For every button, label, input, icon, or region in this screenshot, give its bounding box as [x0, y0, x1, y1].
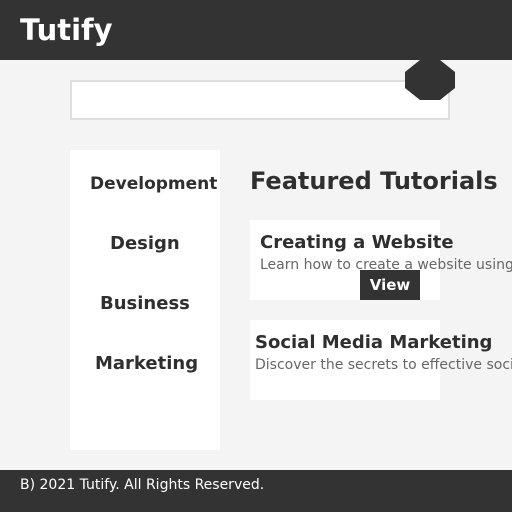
category-sidebar: Development Design Business Marketing — [70, 150, 220, 450]
sidebar-item-marketing[interactable]: Marketing — [95, 352, 198, 376]
search-input[interactable] — [70, 80, 450, 120]
search-button[interactable] — [405, 60, 455, 100]
sidebar-item-business[interactable]: Business — [100, 292, 190, 316]
site-footer: B) 2021 Tutify. All Rights Reserved. — [0, 470, 512, 512]
sidebar-item-design[interactable]: Design — [110, 232, 180, 256]
card-title: Creating a Website — [260, 232, 454, 253]
card-title: Social Media Marketing — [255, 332, 493, 353]
site-logo[interactable]: Tutify — [20, 12, 113, 48]
site-header: Tutify — [0, 0, 512, 60]
tutorial-card: Social Media Marketing Discover the secr… — [250, 320, 512, 400]
section-title: Featured Tutorials — [250, 167, 498, 195]
tutorial-card: Creating a Website Learn how to create a… — [250, 220, 512, 300]
page-viewport: Tutify Development Design Business Marke… — [0, 0, 512, 512]
view-button[interactable]: View — [360, 270, 420, 300]
card-description: Discover the secrets to effective soci — [255, 357, 512, 373]
sidebar-item-development[interactable]: Development — [90, 172, 217, 196]
copyright-text: B) 2021 Tutify. All Rights Reserved. — [20, 477, 265, 493]
